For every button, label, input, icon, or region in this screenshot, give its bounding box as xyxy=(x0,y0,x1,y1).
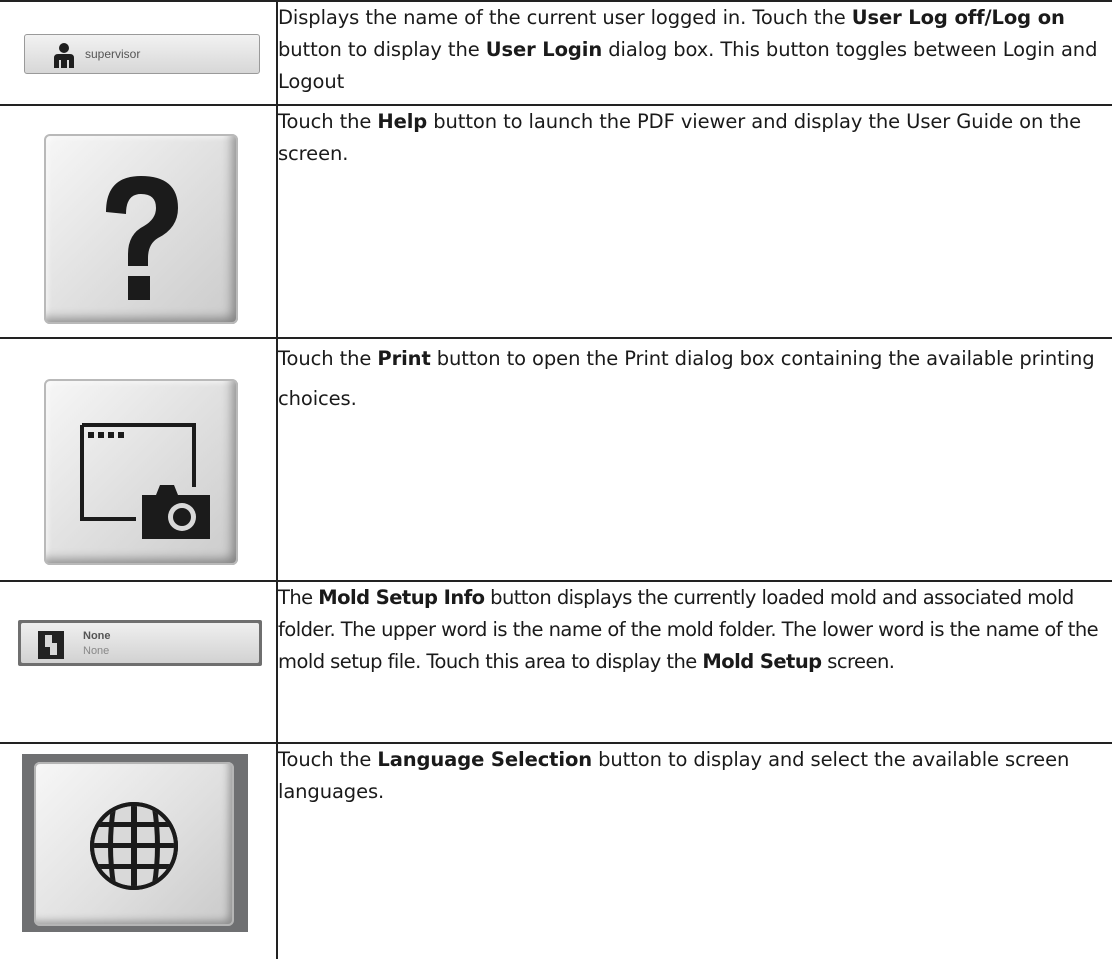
description-cell: Displays the name of the current user lo… xyxy=(277,0,1112,106)
description-text: Touch the Language Selection button to d… xyxy=(278,748,1070,803)
user-icon xyxy=(54,43,74,68)
button-description-table: supervisor Displays the name of the curr… xyxy=(0,0,1112,959)
description-cell: Touch the Print button to open the Print… xyxy=(277,338,1112,582)
globe-icon xyxy=(90,802,178,890)
mold-folder-name: None xyxy=(83,630,111,642)
description-text: Touch the Print button to open the Print… xyxy=(278,347,1095,410)
language-selection-button[interactable] xyxy=(34,762,234,926)
language-button-frame xyxy=(22,754,248,932)
mold-setup-info-button[interactable]: None None xyxy=(18,620,262,666)
help-button[interactable] xyxy=(44,134,238,324)
image-cell xyxy=(0,743,278,959)
help-question-icon xyxy=(106,176,178,300)
description-text: Displays the name of the current user lo… xyxy=(278,6,1098,93)
description-cell: Touch the Language Selection button to d… xyxy=(277,743,1112,959)
mold-button-face: None None xyxy=(21,623,259,663)
mold-icon xyxy=(38,631,64,659)
description-cell: The Mold Setup Info button displays the … xyxy=(277,581,1112,744)
image-cell: supervisor xyxy=(0,0,278,106)
mold-setup-file-name: None xyxy=(83,645,110,657)
description-cell: Touch the Help button to launch the PDF … xyxy=(277,105,1112,339)
current-user-name: supervisor xyxy=(85,47,141,61)
image-cell xyxy=(0,338,278,582)
image-cell xyxy=(0,105,278,339)
table-row-print: Touch the Print button to open the Print… xyxy=(0,338,1112,582)
image-cell: None None xyxy=(0,581,278,744)
description-text: The Mold Setup Info button displays the … xyxy=(278,586,1099,673)
user-log-button[interactable]: supervisor xyxy=(24,34,260,74)
table-row-help: Touch the Help button to launch the PDF … xyxy=(0,105,1112,339)
print-button[interactable] xyxy=(44,379,238,565)
description-text: Touch the Help button to launch the PDF … xyxy=(278,110,1082,165)
table-row-language: Touch the Language Selection button to d… xyxy=(0,743,1112,959)
table-row-mold-setup: None None The Mold Setup Info button dis… xyxy=(0,581,1112,744)
table-row-user: supervisor Displays the name of the curr… xyxy=(0,0,1112,106)
print-screen-camera-icon xyxy=(80,423,210,539)
